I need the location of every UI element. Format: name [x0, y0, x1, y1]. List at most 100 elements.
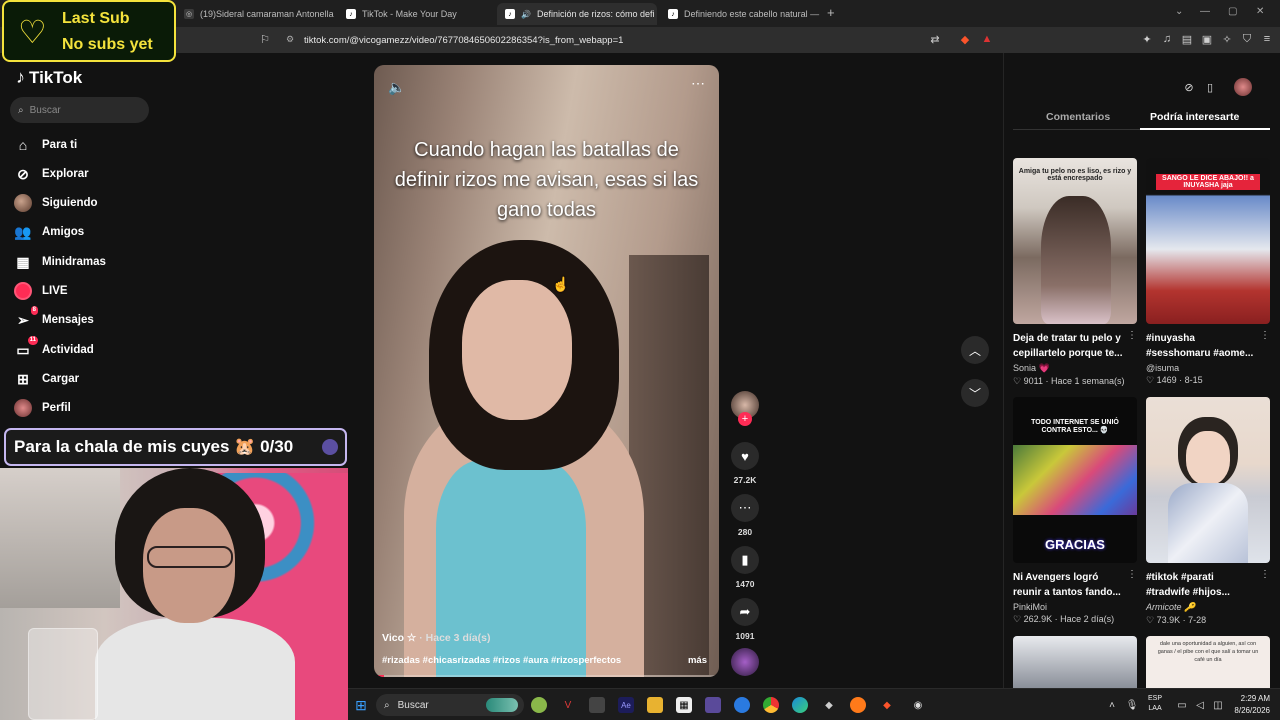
- chrome-icon[interactable]: [763, 697, 779, 713]
- obs-icon[interactable]: ◉: [910, 697, 926, 713]
- video-thumbnail[interactable]: Amiga tu pelo no es liso, es rizo y está…: [1013, 158, 1137, 324]
- video-thumbnail[interactable]: TODO INTERNET SE UNIÓ CONTRA ESTO... 💀 G…: [1013, 397, 1137, 563]
- sidebar-item-amigos[interactable]: 👥 Amigos: [14, 221, 84, 243]
- related-video-card[interactable]: Amiga tu pelo no es liso, es rizo y está…: [1013, 158, 1137, 387]
- sidebar-item-explorar[interactable]: ⊘ Explorar: [14, 163, 89, 185]
- more-options-icon[interactable]: ⋮: [1260, 569, 1270, 580]
- video-author[interactable]: Armicote 🔑: [1146, 602, 1270, 613]
- video-title[interactable]: Ni Avengers logró reunir a tantos fando.…: [1013, 570, 1137, 600]
- sidebar-item-actividad[interactable]: ▭ 11 Actividad: [14, 336, 94, 361]
- tab-podria-interesarte[interactable]: Podría interesarte: [1150, 111, 1239, 123]
- video-title[interactable]: #tiktok #parati #tradwife #hijos...: [1146, 570, 1270, 600]
- video-author[interactable]: Sonia 💗: [1013, 363, 1137, 374]
- related-video-card-peek[interactable]: [1013, 636, 1137, 688]
- browser-tab[interactable]: ♪ TikTok - Make Your Day: [338, 3, 498, 25]
- related-video-card[interactable]: TODO INTERNET SE UNIÓ CONTRA ESTO... 💀 G…: [1013, 397, 1137, 625]
- comment-button[interactable]: ⋯ 280: [731, 494, 759, 537]
- app-icon[interactable]: ◆: [821, 697, 837, 713]
- sidebar-item-siguiendo[interactable]: Siguiendo: [14, 192, 98, 214]
- browser-tab-active[interactable]: ♪ 🔊 Definición de rizos: cómo defi ✕: [497, 3, 657, 25]
- language-indicator[interactable]: ESP LAA: [1148, 694, 1162, 714]
- sidebar-item-mensajes[interactable]: ➢ 8 Mensajes: [14, 306, 94, 331]
- tab-comentarios[interactable]: Comentarios: [1046, 111, 1110, 123]
- chevron-up-icon[interactable]: ˄: [1104, 697, 1120, 713]
- chevron-down-icon[interactable]: ⌄: [1175, 6, 1183, 17]
- folder-icon[interactable]: [647, 697, 663, 713]
- browser-tab[interactable]: ♪ Definiendo este cabello natural — R: [660, 3, 820, 25]
- more-options-icon[interactable]: ⋮: [1260, 330, 1270, 341]
- translate-icon[interactable]: ⇄: [928, 32, 942, 46]
- microphone-icon[interactable]: 🎙: [1124, 697, 1140, 713]
- related-video-card-peek[interactable]: dale una oportunidad a alguien, así con …: [1146, 636, 1270, 688]
- share-button[interactable]: ➦ 1091: [731, 598, 759, 641]
- volume-icon[interactable]: ◁: [1192, 697, 1208, 713]
- app-icon[interactable]: [589, 697, 605, 713]
- next-video-button[interactable]: ﹀: [961, 379, 989, 407]
- creator-avatar[interactable]: +: [731, 391, 759, 426]
- live-studio-icon[interactable]: ⊘: [1180, 78, 1198, 96]
- more-link[interactable]: más: [688, 655, 707, 666]
- video-author[interactable]: @isuma: [1146, 363, 1270, 373]
- video-thumbnail[interactable]: [1146, 397, 1270, 563]
- more-options-icon[interactable]: ⋯: [691, 75, 705, 92]
- search-input[interactable]: ⌕ Buscar: [10, 97, 149, 123]
- music-disc-icon[interactable]: [731, 648, 759, 676]
- sidebar-item-minidramas[interactable]: ▦ Minidramas: [14, 251, 106, 273]
- vpn-icon[interactable]: ⛉: [1240, 32, 1254, 46]
- network-icon[interactable]: ▭: [1174, 697, 1190, 713]
- app-icon[interactable]: [531, 697, 547, 713]
- like-button[interactable]: ♥ 27.2K: [731, 442, 759, 485]
- valorant-icon[interactable]: V: [560, 697, 576, 713]
- wallet-icon[interactable]: ▣: [1200, 32, 1214, 46]
- site-info-icon[interactable]: ⚙: [286, 34, 296, 44]
- leo-ai-icon[interactable]: ✧: [1220, 32, 1234, 46]
- video-author-line[interactable]: Vico ☆ · Hace 3 día(s): [382, 632, 490, 644]
- extensions-icon[interactable]: ✦: [1140, 32, 1154, 46]
- previous-video-button[interactable]: ︿: [961, 336, 989, 364]
- menu-icon[interactable]: ≡: [1260, 32, 1274, 46]
- related-video-card[interactable]: SANGO LE DICE ABAJO!! a INUYASHA jaja #i…: [1146, 158, 1270, 386]
- video-progress-bar[interactable]: [374, 675, 719, 677]
- video-thumbnail[interactable]: SANGO LE DICE ABAJO!! a INUYASHA jaja: [1146, 158, 1270, 324]
- maximize-icon[interactable]: ▢: [1228, 6, 1237, 17]
- follow-plus-icon[interactable]: +: [738, 412, 752, 426]
- edge-icon[interactable]: [792, 697, 808, 713]
- user-avatar[interactable]: [1234, 78, 1252, 96]
- sidebar-icon[interactable]: ▤: [1180, 32, 1194, 46]
- video-hashtags[interactable]: #rizadas #chicasrizadas #rizos #aura #ri…: [382, 655, 621, 666]
- url-field[interactable]: ⚙ tiktok.com/@vicogamezz/video/767708465…: [280, 31, 1000, 49]
- sidebar-item-cargar[interactable]: ⊞ Cargar: [14, 368, 79, 390]
- more-options-icon[interactable]: ⋮: [1127, 330, 1137, 341]
- more-options-icon[interactable]: ⋮: [1127, 569, 1137, 580]
- volume-icon[interactable]: 🔈: [388, 79, 405, 96]
- brave-shield-icon[interactable]: ◆: [958, 32, 972, 46]
- close-window-icon[interactable]: ✕: [1256, 6, 1264, 17]
- brave-icon[interactable]: ◆: [879, 697, 895, 713]
- new-tab-icon[interactable]: +: [827, 5, 835, 20]
- device-icon[interactable]: ▯: [1201, 78, 1219, 96]
- app-icon[interactable]: ▦: [676, 697, 692, 713]
- related-video-card[interactable]: #tiktok #parati #tradwife #hijos... ⋮ Ar…: [1146, 397, 1270, 626]
- windows-start-icon[interactable]: ⊞: [353, 697, 369, 713]
- media-icon[interactable]: ♫: [1160, 32, 1174, 46]
- app-icon[interactable]: [705, 697, 721, 713]
- bookmark-icon[interactable]: ⚐: [258, 32, 272, 46]
- browser-tab[interactable]: ◎ (19)Sideral camaraman Antonella y A: [176, 3, 336, 25]
- video-player[interactable]: 🔈 ⋯ Cuando hagan las batallas de definir…: [374, 65, 719, 677]
- minimize-icon[interactable]: —: [1200, 6, 1210, 17]
- sidebar-item-live[interactable]: LIVE: [14, 280, 68, 302]
- save-button[interactable]: ▮ 1470: [731, 546, 759, 589]
- sidebar-item-perfil[interactable]: Perfil: [14, 397, 71, 419]
- brave-rewards-icon[interactable]: ▲: [980, 32, 994, 46]
- author-name[interactable]: Vico: [382, 632, 404, 644]
- firefox-icon[interactable]: [850, 697, 866, 713]
- app-icon[interactable]: [734, 697, 750, 713]
- system-clock[interactable]: 2:29 AM 8/26/2026: [1234, 693, 1270, 717]
- video-title[interactable]: #inuyasha #sesshomaru #aome...: [1146, 331, 1270, 361]
- video-author[interactable]: PinkiMoi: [1013, 602, 1137, 612]
- taskbar-search[interactable]: ⌕ Buscar: [376, 694, 524, 716]
- tiktok-logo[interactable]: ♪ TikTok: [16, 67, 82, 88]
- sidebar-item-para-ti[interactable]: ⌂ Para ti: [14, 134, 77, 156]
- battery-icon[interactable]: ◫: [1210, 697, 1226, 713]
- video-title[interactable]: Deja de tratar tu pelo y cepillartelo po…: [1013, 331, 1137, 361]
